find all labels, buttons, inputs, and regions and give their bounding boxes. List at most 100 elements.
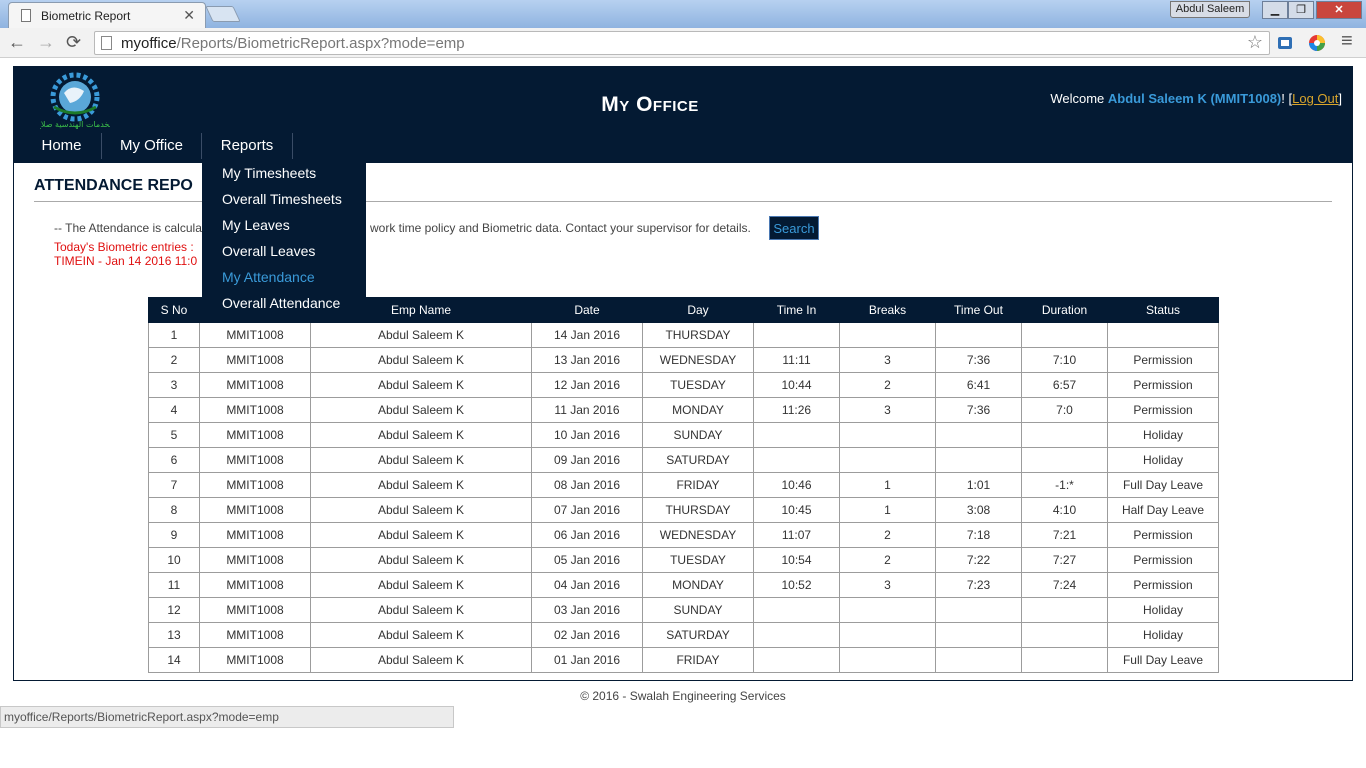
table-cell: Abdul Saleem K xyxy=(310,622,532,648)
tab-close-icon[interactable]: ✕ xyxy=(183,7,195,24)
table-cell: SUNDAY xyxy=(642,422,754,448)
column-header: S No xyxy=(148,297,200,323)
table-cell: 1 xyxy=(148,322,200,348)
browser-status-bar: myoffice/Reports/BiometricReport.aspx?mo… xyxy=(0,706,454,728)
table-cell xyxy=(839,422,936,448)
table-cell: 10:46 xyxy=(753,472,840,498)
table-cell: 14 Jan 2016 xyxy=(531,322,643,348)
profile-badge[interactable]: Abdul Saleem xyxy=(1170,1,1250,18)
color-wheel-icon[interactable] xyxy=(1308,34,1326,52)
column-header: Day xyxy=(642,297,754,323)
menu-item-reports[interactable]: Reports xyxy=(202,133,293,159)
table-cell: 12 Jan 2016 xyxy=(531,372,643,398)
table-cell: MMIT1008 xyxy=(199,622,311,648)
table-cell: MMIT1008 xyxy=(199,322,311,348)
table-cell: 01 Jan 2016 xyxy=(531,647,643,673)
minimize-button[interactable]: ▁ xyxy=(1262,1,1288,19)
table-cell xyxy=(1021,422,1108,448)
table-cell: MMIT1008 xyxy=(199,597,311,623)
table-cell: 10 Jan 2016 xyxy=(531,422,643,448)
browser-tab[interactable]: Biometric Report ✕ xyxy=(8,2,206,28)
table-cell xyxy=(1107,322,1219,348)
dropdown-item-overall-leaves[interactable]: Overall Leaves xyxy=(222,243,315,259)
table-row: 2 MMIT1008 Abdul Saleem K 13 Jan 2016 WEDNES… xyxy=(148,347,1219,373)
close-window-button[interactable]: ✕ xyxy=(1316,1,1362,19)
maximize-button[interactable]: ❐ xyxy=(1288,1,1314,19)
dropdown-item-my-leaves[interactable]: My Leaves xyxy=(222,217,290,233)
dropdown-item-overall-timesheets[interactable]: Overall Timesheets xyxy=(222,191,342,207)
table-cell: 3 xyxy=(839,347,936,373)
menu-item-home[interactable]: Home xyxy=(22,133,102,159)
table-cell: Abdul Saleem K xyxy=(310,647,532,673)
table-cell: 7 xyxy=(148,472,200,498)
table-cell: 2 xyxy=(839,372,936,398)
dropdown-item-my-attendance[interactable]: My Attendance xyxy=(222,269,315,285)
table-cell: Full Day Leave xyxy=(1107,472,1219,498)
table-cell: 3 xyxy=(839,572,936,598)
table-cell: MMIT1008 xyxy=(199,497,311,523)
table-cell xyxy=(935,622,1022,648)
table-cell: TUESDAY xyxy=(642,372,754,398)
table-cell: 6:57 xyxy=(1021,372,1108,398)
dropdown-item-overall-attendance[interactable]: Overall Attendance xyxy=(222,295,340,311)
search-button[interactable]: Search xyxy=(769,216,819,240)
table-cell: 2 xyxy=(148,347,200,373)
reload-icon[interactable]: ⟳ xyxy=(66,32,81,53)
table-cell: Holiday xyxy=(1107,622,1219,648)
table-row: 14 MMIT1008 Abdul Saleem K 01 Jan 2016 FRIDA… xyxy=(148,647,1219,673)
table-cell: MMIT1008 xyxy=(199,522,311,548)
page-title: ATTENDANCE REPO xyxy=(34,177,193,194)
table-cell: Abdul Saleem K xyxy=(310,522,532,548)
table-cell: SATURDAY xyxy=(642,622,754,648)
table-cell xyxy=(839,622,936,648)
biometric-entry-value: TIMEIN - Jan 14 2016 11:0 xyxy=(54,254,198,268)
dropdown-item-my-timesheets[interactable]: My Timesheets xyxy=(222,165,316,181)
biometric-entries-label: Today's Biometric entries : xyxy=(54,240,194,254)
table-cell: Abdul Saleem K xyxy=(310,472,532,498)
new-tab-button[interactable] xyxy=(205,6,241,22)
column-header: Duration xyxy=(1021,297,1108,323)
document-icon xyxy=(101,36,112,50)
table-cell: 10:44 xyxy=(753,372,840,398)
back-icon[interactable]: ← xyxy=(8,32,26,53)
browser-toolbar: ← → ⟳ myoffice/Reports/BiometricReport.a… xyxy=(0,28,1366,58)
table-cell: Half Day Leave xyxy=(1107,497,1219,523)
table-cell: Abdul Saleem K xyxy=(310,597,532,623)
table-cell xyxy=(1021,647,1108,673)
table-cell: MMIT1008 xyxy=(199,472,311,498)
logout-link[interactable]: Log Out xyxy=(1292,91,1338,106)
table-row: 5 MMIT1008 Abdul Saleem K 10 Jan 2016 SUNDAY… xyxy=(148,422,1219,448)
tab-title: Biometric Report xyxy=(41,9,131,23)
table-cell: THURSDAY xyxy=(642,497,754,523)
forward-icon[interactable]: → xyxy=(37,32,55,53)
extension-icon[interactable] xyxy=(1276,34,1294,52)
table-cell: Abdul Saleem K xyxy=(310,547,532,573)
table-cell: 4:10 xyxy=(1021,497,1108,523)
table-cell: 11 Jan 2016 xyxy=(531,397,643,423)
menu-item-my-office[interactable]: My Office xyxy=(102,133,202,159)
site-container: الخدمات الهندسية صلاح My Office Welcome … xyxy=(13,66,1353,681)
table-cell: 7:36 xyxy=(935,347,1022,373)
column-header: Breaks xyxy=(839,297,936,323)
table-cell: 7:24 xyxy=(1021,572,1108,598)
table-cell xyxy=(935,422,1022,448)
table-cell: Permission xyxy=(1107,372,1219,398)
table-cell: Abdul Saleem K xyxy=(310,497,532,523)
browser-titlebar: Biometric Report ✕ Abdul Saleem ▁ ❐ ✕ xyxy=(0,0,1366,28)
table-row: 8 MMIT1008 Abdul Saleem K 07 Jan 2016 THURSD… xyxy=(148,497,1219,523)
table-cell: MMIT1008 xyxy=(199,647,311,673)
hamburger-menu-icon[interactable]: ≡ xyxy=(1341,30,1353,53)
address-bar[interactable]: myoffice/Reports/BiometricReport.aspx?mo… xyxy=(94,31,1270,55)
bookmark-star-icon[interactable]: ☆ xyxy=(1247,32,1263,53)
policy-note-left: -- The Attendance is calcula xyxy=(54,221,202,235)
table-cell: 7:27 xyxy=(1021,547,1108,573)
table-cell: -1:* xyxy=(1021,472,1108,498)
table-cell: 7:36 xyxy=(935,397,1022,423)
table-cell xyxy=(1021,322,1108,348)
table-cell: 07 Jan 2016 xyxy=(531,497,643,523)
table-cell: FRIDAY xyxy=(642,647,754,673)
table-cell: Full Day Leave xyxy=(1107,647,1219,673)
table-cell: 09 Jan 2016 xyxy=(531,447,643,473)
table-body: 1 MMIT1008 Abdul Saleem K 14 Jan 2016 THURSD… xyxy=(148,322,1219,673)
table-cell xyxy=(753,647,840,673)
